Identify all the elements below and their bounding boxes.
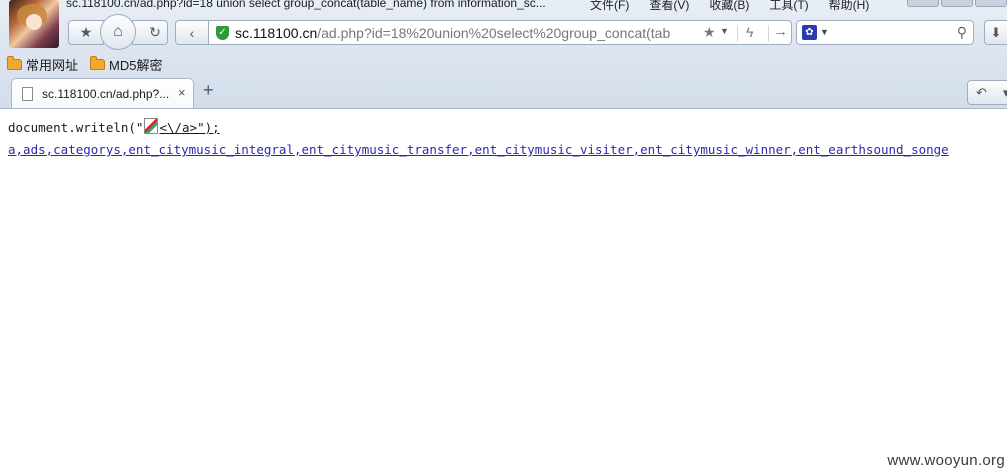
star-icon: ★ xyxy=(79,24,93,40)
tab-active[interactable]: sc.118100.cn/ad.php?... × xyxy=(11,78,194,108)
avatar-face xyxy=(26,14,42,30)
avatar[interactable] xyxy=(9,0,59,48)
table-names-link[interactable]: a,ads,categorys,ent_citymusic_integral,e… xyxy=(8,142,949,157)
bookmark-folder-md5[interactable]: MD5解密 xyxy=(90,55,162,74)
window-title: sc.118100.cn/ad.php?id=18 union select g… xyxy=(66,0,546,10)
menu-bar: 文件(F) 查看(V) 收藏(B) 工具(T) 帮助(H) xyxy=(590,0,869,13)
broken-image-icon xyxy=(144,118,159,134)
chevron-left-icon: ‹ xyxy=(189,24,195,41)
search-icon[interactable]: ⚲ xyxy=(957,24,967,41)
tab-label: sc.118100.cn/ad.php?... xyxy=(42,87,170,101)
new-tab-button[interactable]: + xyxy=(203,80,214,101)
menu-favorites[interactable]: 收藏(B) xyxy=(709,0,749,13)
menu-view[interactable]: 查看(V) xyxy=(649,0,689,13)
window-controls xyxy=(905,0,1007,7)
home-icon: ⌂ xyxy=(113,23,123,40)
minimize-button[interactable] xyxy=(907,0,939,7)
script-output-line: document.writeln(" <\/a>"); xyxy=(8,118,220,135)
maximize-button[interactable] xyxy=(941,0,973,7)
go-arrow-icon[interactable]: → xyxy=(773,23,788,40)
lightning-icon[interactable]: ϟ xyxy=(746,24,753,40)
download-button[interactable]: ⬇ xyxy=(984,20,1007,45)
chevron-down-icon[interactable]: ▼ xyxy=(820,27,829,37)
writeln-prefix: document.writeln(" xyxy=(8,120,144,135)
browser-chrome: sc.118100.cn/ad.php?id=18 union select g… xyxy=(0,0,1007,109)
home-button[interactable]: ⌂ xyxy=(100,14,136,50)
chevron-down-icon[interactable]: ▾ xyxy=(1003,85,1007,101)
chevron-down-icon[interactable]: ▼ xyxy=(720,26,729,36)
menu-tools[interactable]: 工具(T) xyxy=(769,0,808,13)
search-input[interactable]: ✿ ▼ ⚲ xyxy=(796,20,974,45)
menu-help[interactable]: 帮助(H) xyxy=(829,0,870,13)
back-button[interactable]: ‹ xyxy=(175,20,209,45)
address-bar[interactable]: ✓ sc.118100.cn/ad.php?id=18%20union%20se… xyxy=(209,20,792,45)
url-text[interactable]: sc.118100.cn/ad.php?id=18%20union%20sele… xyxy=(235,25,697,41)
folder-icon xyxy=(7,56,22,70)
bookmark-star-button[interactable]: ★ xyxy=(68,20,104,45)
bookmark-label: 常用网址 xyxy=(26,58,79,73)
bookmark-label: MD5解密 xyxy=(109,58,163,73)
baidu-paw-icon[interactable]: ✿ xyxy=(802,25,817,40)
divider xyxy=(768,25,769,42)
bookmark-folder-common-sites[interactable]: 常用网址 xyxy=(7,55,78,74)
page-icon xyxy=(22,87,33,101)
injected-link[interactable]: <\/a>"); xyxy=(143,118,220,135)
close-window-button[interactable] xyxy=(975,0,1007,7)
shield-icon: ✓ xyxy=(216,26,229,40)
undo-close-icon[interactable]: ↶ xyxy=(976,85,987,101)
tab-tools-button[interactable]: ↶ ▾ xyxy=(967,80,1007,105)
refresh-icon: ↻ xyxy=(149,24,161,40)
download-icon: ⬇ xyxy=(990,25,1002,40)
close-icon[interactable]: × xyxy=(178,85,186,100)
folder-icon xyxy=(90,56,106,70)
star-icon[interactable]: ★ xyxy=(703,24,716,41)
url-host: sc.118100.cn xyxy=(235,25,318,41)
menu-file[interactable]: 文件(F) xyxy=(590,0,629,13)
url-path: /ad.php?id=18%20union%20select%20group_c… xyxy=(317,25,671,41)
nav-button-group: ★ ↻ ⌂ xyxy=(68,14,168,50)
refresh-button[interactable]: ↻ xyxy=(132,20,168,45)
link-tail: <\/a>"); xyxy=(159,120,220,135)
divider xyxy=(737,25,738,42)
bookmarks-bar: 常用网址 MD5解密 xyxy=(7,55,162,74)
watermark: www.wooyun.org xyxy=(887,452,1005,469)
